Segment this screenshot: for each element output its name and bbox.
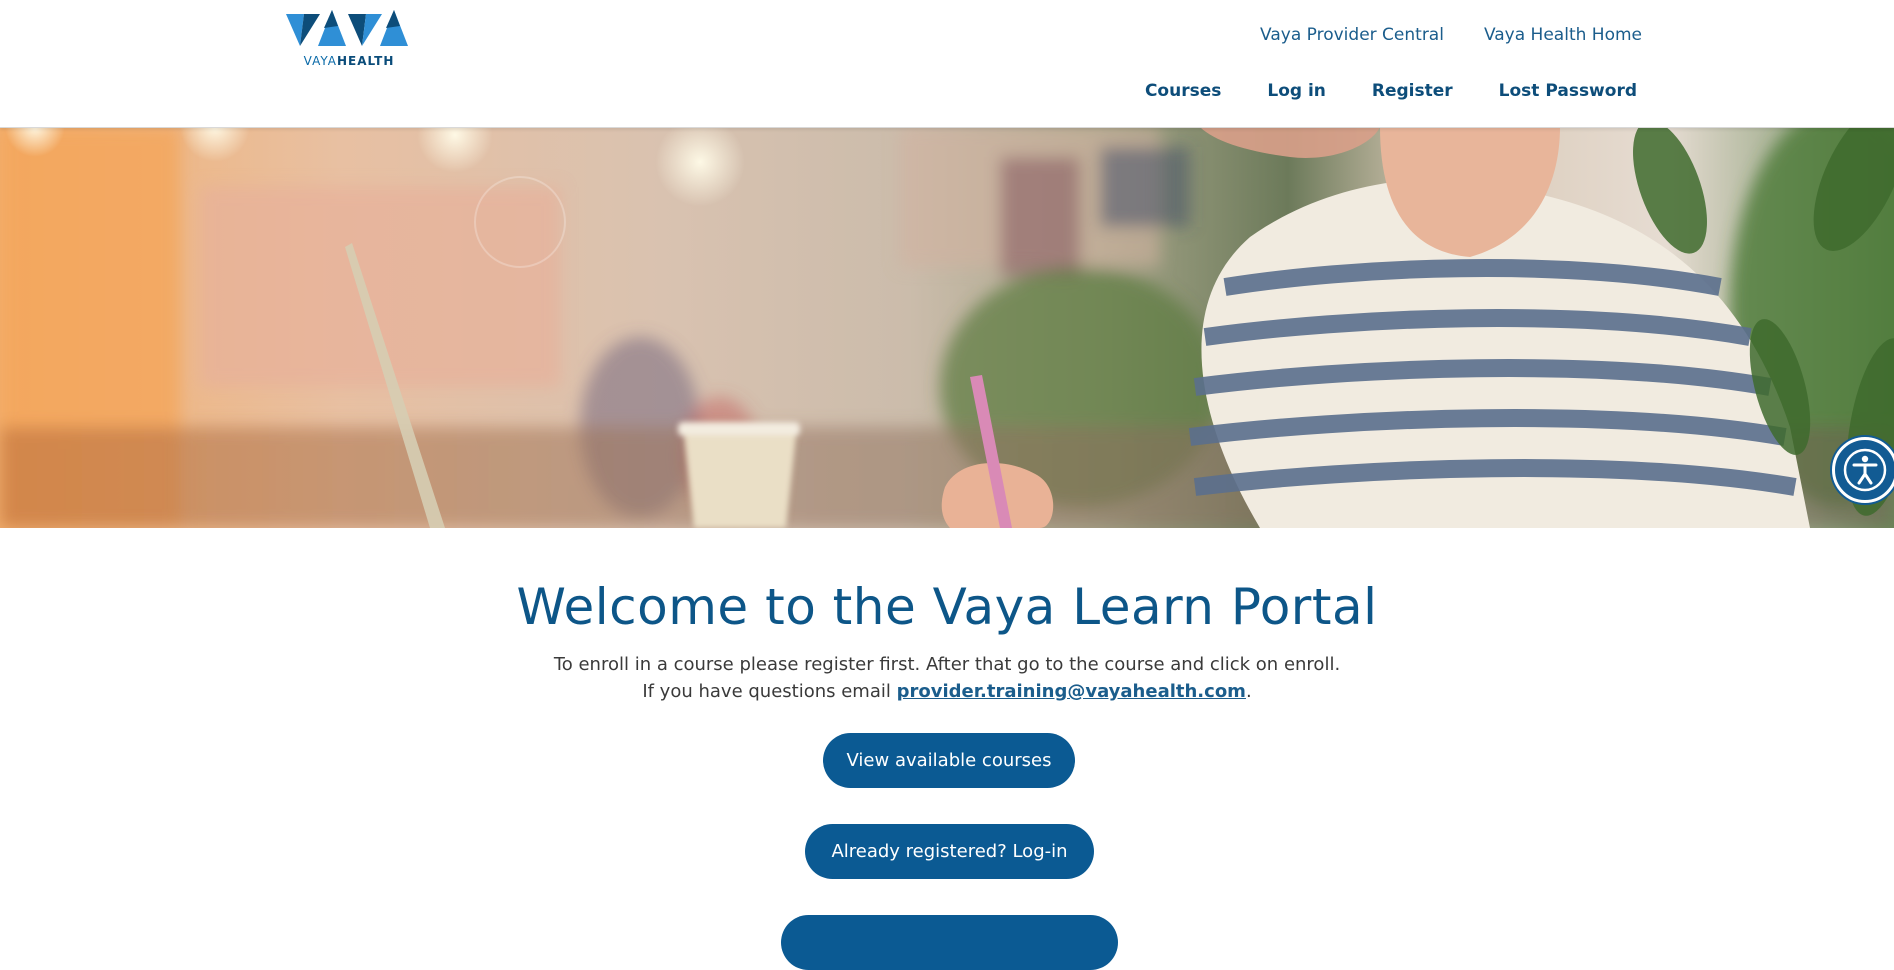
vaya-health-logo[interactable]: VAYAHEALTH <box>286 6 412 70</box>
intro-text: To enroll in a course please register fi… <box>0 651 1894 705</box>
intro-line-2-prefix: If you have questions email <box>642 681 897 702</box>
intro-line-2-suffix: . <box>1245 681 1252 702</box>
intro-line-1: To enroll in a course please register fi… <box>553 654 1341 675</box>
hero-image <box>0 127 1894 528</box>
main-nav: Courses Log in Register Lost Password <box>1145 81 1637 101</box>
nav-log-in[interactable]: Log in <box>1267 81 1326 101</box>
support-email-link[interactable]: provider.training@vayahealth.com <box>897 681 1246 702</box>
view-available-courses-button[interactable]: View available courses <box>823 733 1075 788</box>
logo-wordmark: VAYAHEALTH <box>303 54 395 68</box>
already-registered-login-button[interactable]: Already registered? Log-in <box>805 824 1094 879</box>
accessibility-button[interactable] <box>1832 437 1894 503</box>
vaya-logo-mark-icon <box>286 10 408 46</box>
hero-photo-illustration <box>0 127 1894 528</box>
page-title: Welcome to the Vaya Learn Portal <box>516 578 1378 636</box>
nav-courses[interactable]: Courses <box>1145 81 1221 101</box>
site-header: VAYAHEALTH Vaya Provider Central Vaya He… <box>0 0 1894 128</box>
nav-register[interactable]: Register <box>1372 81 1453 101</box>
accessibility-icon <box>1843 448 1887 492</box>
utility-nav: Vaya Provider Central Vaya Health Home <box>1260 25 1642 45</box>
intro-line-2: If you have questions email provider.tra… <box>0 678 1894 705</box>
link-vaya-provider-central[interactable]: Vaya Provider Central <box>1260 25 1444 45</box>
link-vaya-health-home[interactable]: Vaya Health Home <box>1484 25 1642 45</box>
third-action-button[interactable] <box>781 915 1118 970</box>
welcome-section: Welcome to the Vaya Learn Portal <box>0 578 1894 636</box>
nav-lost-password[interactable]: Lost Password <box>1499 81 1637 101</box>
